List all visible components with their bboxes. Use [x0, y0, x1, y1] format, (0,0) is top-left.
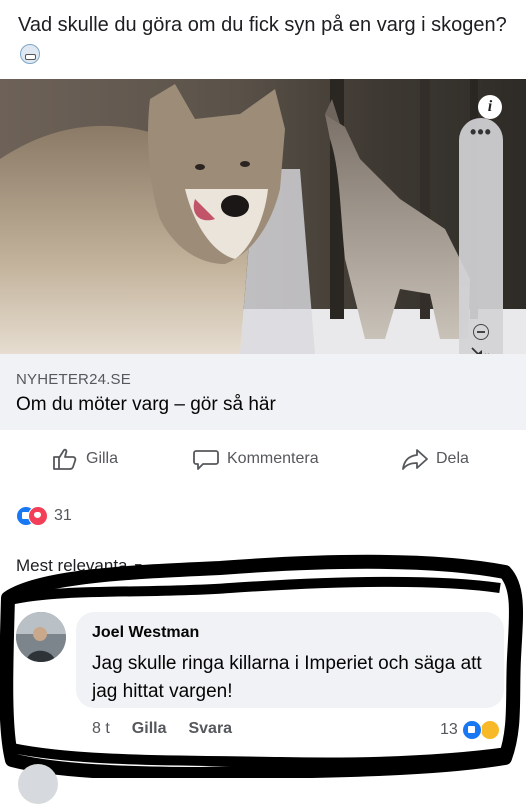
more-options-icon[interactable]: •••	[459, 123, 503, 141]
reaction-count: 31	[54, 507, 72, 524]
video-control-panel: •••	[459, 118, 503, 382]
comment-reaction-count: 13	[440, 721, 458, 738]
sort-label: Mest relevanta	[16, 556, 128, 575]
comment-sort-dropdown[interactable]: Mest relevanta ▼	[16, 556, 144, 576]
comment-label: Kommentera	[227, 450, 319, 467]
comment-button[interactable]: Kommentera	[193, 447, 319, 471]
info-icon[interactable]: i	[478, 95, 502, 119]
anxious-face-emoji-icon	[20, 44, 40, 64]
comment-text: Jag skulle ringa killarna i Imperiet och…	[92, 653, 482, 702]
share-label: Dela	[436, 450, 469, 467]
like-button[interactable]: Gilla	[52, 447, 118, 471]
post-action-bar: Gilla Kommentera Dela	[0, 441, 526, 481]
like-label: Gilla	[86, 450, 119, 467]
comment-meta: 8 t Gilla Svara	[92, 720, 232, 738]
comment-like-button[interactable]: Gilla	[132, 720, 167, 738]
comment-author[interactable]: Joel Westman	[92, 624, 199, 642]
comment-reactions[interactable]: 13	[440, 720, 500, 740]
comment-bubble: Joel Westman Jag skulle ringa killarna i…	[76, 612, 504, 708]
post-caption: Vad skulle du göra om du fick syn på en …	[18, 14, 507, 36]
avatar[interactable]	[16, 612, 66, 662]
wolves-photo	[0, 79, 526, 354]
link-source: NYHETER24.SE	[16, 371, 131, 388]
reaction-summary[interactable]: 31	[16, 506, 72, 526]
post-text: Vad skulle du göra om du fick syn på en …	[18, 10, 508, 70]
avatar	[18, 764, 58, 804]
haha-reaction-icon	[479, 720, 500, 740]
love-reaction-icon	[28, 506, 48, 526]
like-reaction-icon	[461, 720, 482, 740]
share-arrow-icon	[402, 449, 428, 470]
share-button[interactable]: Dela	[402, 447, 469, 471]
comment-time: 8 t	[92, 720, 110, 737]
speech-bubble-icon	[193, 450, 219, 470]
link-title[interactable]: Om du möter varg – gör så här	[16, 394, 276, 416]
comment-reply-button[interactable]: Svara	[188, 720, 232, 738]
thumbs-up-icon	[53, 448, 77, 470]
collapse-icon[interactable]	[473, 324, 489, 340]
link-preview-card[interactable]: NYHETER24.SE Om du möter varg – gör så h…	[0, 354, 526, 430]
article-image[interactable]	[0, 79, 526, 354]
chevron-down-icon: ▼	[132, 560, 145, 574]
